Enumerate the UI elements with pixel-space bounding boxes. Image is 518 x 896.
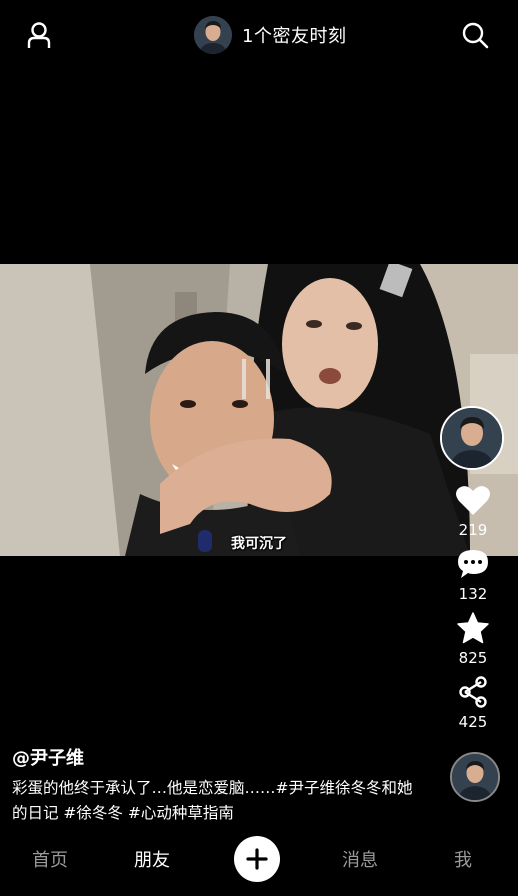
share-button[interactable]: 425 xyxy=(440,676,506,731)
top-bar: 1个密友时刻 xyxy=(0,0,518,72)
star-icon xyxy=(457,612,489,644)
comment-bubble-icon xyxy=(458,550,488,578)
author-username[interactable]: @尹子维 xyxy=(12,744,422,770)
friend-avatar xyxy=(194,16,232,54)
nav-me[interactable]: 我 xyxy=(454,846,472,872)
app-screen: 1个密友时刻 我可沉了 219 132 825 425 @尹子维 彩蛋的他终于承… xyxy=(0,0,518,896)
friend-moments-label: 1个密友时刻 xyxy=(242,26,347,47)
favorite-button[interactable]: 825 xyxy=(440,612,506,667)
plus-icon xyxy=(246,848,268,870)
profile-icon[interactable] xyxy=(22,18,56,52)
favorite-count: 825 xyxy=(458,649,488,667)
friend-moments-button[interactable]: 1个密友时刻 xyxy=(194,16,346,54)
like-button[interactable]: 219 xyxy=(440,484,506,539)
bottom-nav: 首页 朋友 消息 我 xyxy=(0,826,518,890)
share-count: 425 xyxy=(458,713,488,731)
author-avatar[interactable] xyxy=(440,406,504,470)
comment-count: 132 xyxy=(458,585,488,603)
video-caption: @尹子维 彩蛋的他终于承认了…他是恋爱脑……#尹子维徐冬冬和她的日记 #徐冬冬 … xyxy=(12,744,422,826)
music-disc[interactable] xyxy=(450,752,500,802)
add-button[interactable] xyxy=(234,836,280,882)
search-icon[interactable] xyxy=(458,18,492,52)
comment-button[interactable]: 132 xyxy=(440,548,506,603)
share-icon xyxy=(459,676,487,708)
video-description[interactable]: 彩蛋的他终于承认了…他是恋爱脑……#尹子维徐冬冬和她的日记 #徐冬冬 #心动种草… xyxy=(12,776,422,826)
heart-icon xyxy=(456,486,490,515)
nav-messages[interactable]: 消息 xyxy=(342,846,378,872)
nav-friends[interactable]: 朋友 xyxy=(134,846,170,872)
like-count: 219 xyxy=(458,521,488,539)
nav-home[interactable]: 首页 xyxy=(32,846,68,872)
